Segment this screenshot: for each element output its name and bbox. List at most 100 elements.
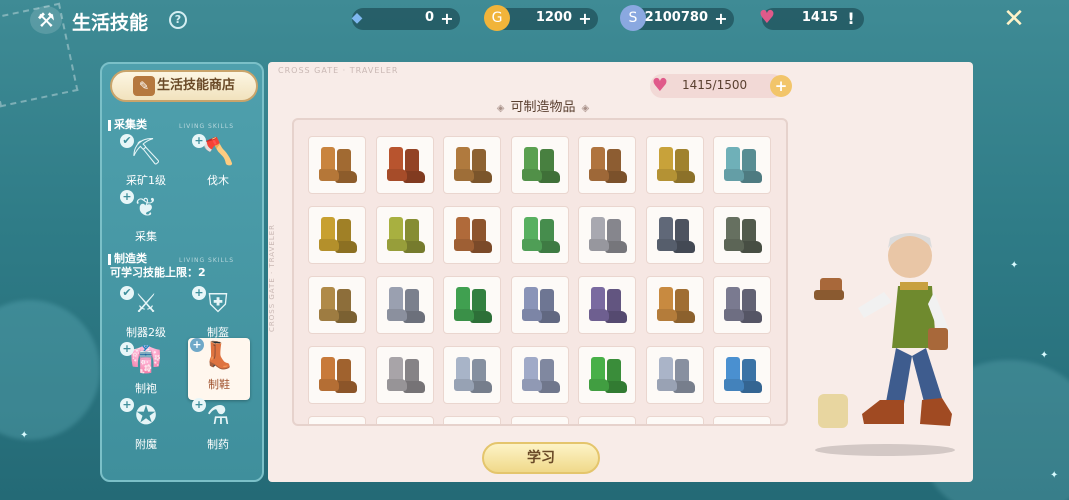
craft-item-slot[interactable] — [375, 416, 434, 424]
craft-item-slot[interactable] — [578, 276, 636, 334]
boots-icon — [655, 287, 697, 325]
craft-item-slot[interactable] — [375, 276, 434, 334]
sparkle-icon: ✦ — [1040, 350, 1049, 361]
craft-item-slot[interactable] — [645, 136, 704, 194]
watermark-text-vertical: CROSS GATE · TRAVELER — [268, 223, 276, 332]
craft-item-slot[interactable] — [713, 276, 771, 334]
skill-mining[interactable]: ✔ ⛏ 采矿1级 — [118, 134, 174, 192]
boots-icon — [655, 357, 697, 395]
craft-item-slot[interactable] — [443, 416, 501, 424]
craft-item-slot[interactable] — [578, 136, 636, 194]
boots-icon — [385, 217, 427, 255]
gather-subtitle: LIVING SKILLS — [179, 123, 235, 130]
craft-item-slot[interactable] — [578, 416, 636, 424]
craft-item-slot[interactable] — [713, 416, 771, 424]
diamond-divider-icon: ◈ — [581, 103, 590, 114]
shop-icon: ✎ — [132, 75, 155, 96]
life-skill-shop-button[interactable]: ✎ 生活技能商店 — [110, 70, 258, 102]
skill-enchant[interactable]: + ✪ 附魔 — [118, 398, 174, 456]
add-crystal-button[interactable]: + — [438, 10, 456, 28]
resource-heart: ♥ 1415 ! — [759, 7, 864, 30]
boots-icon — [317, 357, 359, 395]
plus-icon: + — [120, 342, 134, 356]
skill-armor-craft[interactable]: + ⛨ 制盔 — [190, 286, 246, 344]
boots-icon — [452, 357, 494, 395]
skill-label: 附魔 — [135, 438, 157, 451]
craft-subtitle: LIVING SKILLS — [179, 257, 235, 264]
plus-icon: + — [120, 398, 134, 412]
close-icon[interactable]: ✕ — [997, 4, 1031, 34]
sparkle-icon: ✦ — [20, 430, 29, 441]
boots-icon — [385, 147, 427, 185]
learned-check-icon: ✔ — [120, 134, 134, 148]
boots-icon — [317, 217, 359, 255]
craft-item-slot[interactable] — [510, 346, 569, 404]
gold-value: 1200 — [535, 10, 572, 25]
craft-item-slot[interactable] — [375, 136, 434, 194]
skill-robe-craft[interactable]: + 👘 制袍 — [118, 342, 174, 400]
craft-item-slot[interactable] — [510, 136, 569, 194]
craft-item-slot[interactable] — [308, 416, 366, 424]
craft-item-slot[interactable] — [308, 346, 366, 404]
skill-weapon-craft[interactable]: ✔ ⚔ 制器2级 — [118, 286, 174, 344]
watermark-text: CROSS GATE · TRAVELER — [278, 66, 399, 75]
craft-item-slot[interactable] — [510, 276, 569, 334]
craft-item-slot[interactable] — [713, 206, 771, 264]
skill-gathering[interactable]: + ❦ 采集 — [118, 190, 174, 248]
shop-label: 生活技能商店 — [156, 78, 235, 93]
gather-title: 采集类 — [114, 118, 147, 131]
craft-item-slot[interactable] — [375, 346, 434, 404]
diamond-divider-icon: ◈ — [496, 103, 505, 114]
skill-logging[interactable]: + 🪓 伐木 — [190, 134, 246, 192]
craft-item-slot[interactable] — [308, 206, 366, 264]
craft-item-slot[interactable] — [510, 206, 569, 264]
boots-icon — [520, 217, 562, 255]
heart-info-button[interactable]: ! — [842, 10, 860, 28]
boots-icon — [520, 357, 562, 395]
craft-item-slot[interactable] — [713, 136, 771, 194]
craft-item-slot[interactable] — [578, 206, 636, 264]
question-icon[interactable]: ? — [169, 11, 187, 29]
add-silver-button[interactable]: + — [712, 10, 730, 28]
skill-label: 采矿1级 — [126, 174, 166, 187]
silver-coin-icon: S — [620, 5, 646, 31]
skill-sidebar: ✎ 生活技能商店 采集类 LIVING SKILLS ✔ ⛏ 采矿1级 + 🪓 伐木… — [100, 62, 264, 482]
craft-item-slot[interactable] — [578, 346, 636, 404]
resource-silver: S 2100780 + — [620, 5, 734, 31]
skill-label: 制袍 — [135, 382, 157, 395]
craft-item-slot[interactable] — [645, 416, 704, 424]
craft-item-slot[interactable] — [713, 346, 771, 404]
skill-shoe-craft[interactable]: + 👢 制鞋 — [188, 338, 250, 400]
craft-item-slot[interactable] — [510, 416, 569, 424]
craft-item-slot[interactable] — [443, 276, 501, 334]
heart-counter: ♥ 1415/1500 + — [650, 74, 792, 98]
boots-icon — [655, 147, 697, 185]
craft-item-slot[interactable] — [645, 206, 704, 264]
boots-icon — [722, 217, 764, 255]
boots-icon — [452, 147, 494, 185]
heart-value: 1415 — [801, 10, 838, 25]
add-heart-button[interactable]: + — [770, 75, 792, 97]
item-grid — [292, 118, 788, 426]
skill-potion-craft[interactable]: + ⚗ 制药 — [190, 398, 246, 456]
craft-item-slot[interactable] — [645, 276, 704, 334]
craft-item-slot[interactable] — [308, 276, 366, 334]
craft-item-slot[interactable] — [443, 346, 501, 404]
section-title: ◈ 可制造物品 ◈ — [468, 96, 618, 115]
craft-item-slot[interactable] — [443, 206, 501, 264]
boots-icon — [520, 287, 562, 325]
craft-item-slot[interactable] — [375, 206, 434, 264]
coin-icon: G — [484, 5, 510, 31]
plus-icon: + — [192, 134, 206, 148]
top-bar: ⚒ 生活技能 ? ◆ 0 + G 1200 + S 2100780 + ♥ 14… — [0, 0, 1069, 40]
learn-button[interactable]: 学习 — [482, 442, 600, 474]
craft-item-slot[interactable] — [645, 346, 704, 404]
craft-item-slot[interactable] — [308, 136, 366, 194]
add-gold-button[interactable]: + — [576, 10, 594, 28]
sparkle-icon: ✦ — [1050, 470, 1059, 481]
craft-item-slot[interactable] — [443, 136, 501, 194]
skill-label: 制药 — [207, 438, 229, 451]
diamond-icon: ◆ — [351, 10, 363, 26]
sparkle-icon: ✦ — [1010, 260, 1019, 271]
boots-icon — [587, 357, 629, 395]
